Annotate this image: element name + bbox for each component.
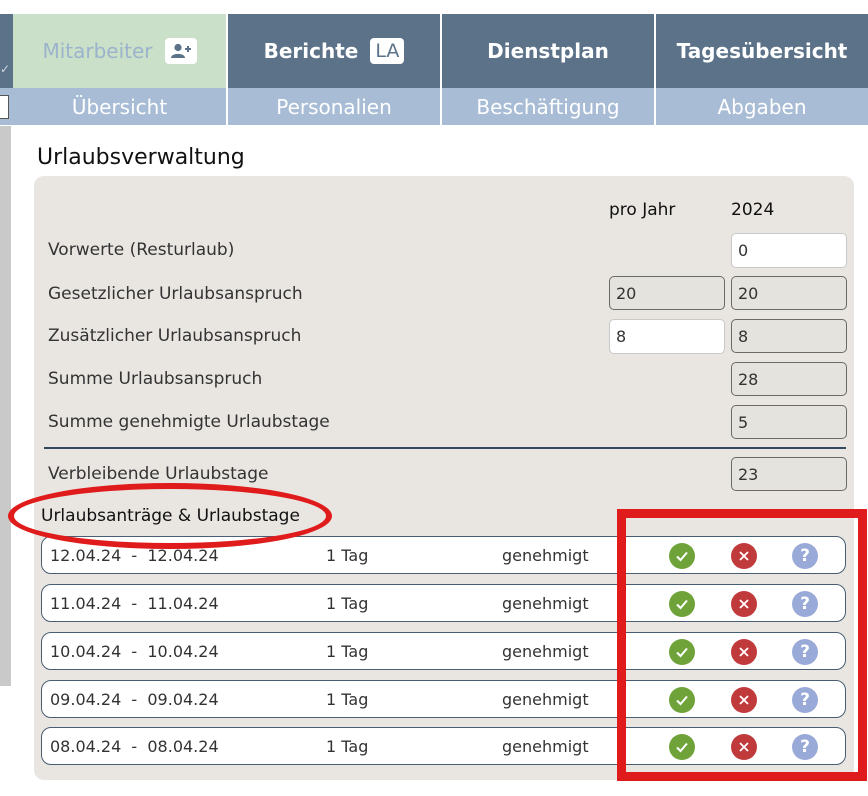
- subtab-beschaeftigung[interactable]: Beschäftigung: [442, 88, 656, 125]
- row-label-vorwerte: Vorwerte (Resturlaub): [48, 240, 235, 260]
- summe-genehmigt-field: 5: [731, 405, 847, 439]
- gesetzlich-year-field: 20: [731, 276, 847, 310]
- request-date-range: 09.04.24 - 09.04.24: [50, 690, 219, 709]
- subtab-uebersicht[interactable]: Übersicht: [13, 88, 228, 125]
- subtab-abgaben[interactable]: Abgaben: [656, 88, 868, 125]
- tab-berichte[interactable]: Berichte LA: [228, 14, 442, 88]
- tab-tagesuebersicht[interactable]: Tagesübersicht: [656, 14, 868, 88]
- request-status: genehmigt: [502, 594, 589, 613]
- request-status: genehmigt: [502, 690, 589, 709]
- request-days: 1 Tag: [326, 594, 369, 613]
- request-days: 1 Tag: [326, 642, 369, 661]
- scrollbar[interactable]: [0, 126, 11, 686]
- row-label-verbleibend: Verbleibende Urlaubstage: [48, 464, 269, 484]
- request-status: genehmigt: [502, 546, 589, 565]
- request-days: 1 Tag: [326, 546, 369, 565]
- row-label-zusaetzlich: Zusätzlicher Urlaubsanspruch: [48, 326, 302, 346]
- vorwerte-year-input[interactable]: 0: [731, 233, 847, 268]
- verbleibend-field: 23: [731, 457, 847, 491]
- column-header-per-year: pro Jahr: [609, 200, 676, 220]
- request-date-range: 12.04.24 - 12.04.24: [50, 546, 219, 565]
- request-days: 1 Tag: [326, 737, 369, 756]
- row-label-gesetzlich: Gesetzlicher Urlaubsanspruch: [48, 284, 303, 304]
- zusaetzlich-per-year-input[interactable]: 8: [609, 319, 725, 354]
- main-tabs: Mitarbeiter Berichte LA Dienstplan Tages…: [13, 14, 868, 88]
- annotation-ellipse: [8, 483, 332, 549]
- annotation-rectangle: [617, 509, 867, 781]
- row-label-summe-anspruch: Summe Urlaubsanspruch: [48, 369, 263, 389]
- divider: [44, 447, 846, 449]
- left-input-edge[interactable]: [0, 95, 9, 119]
- sub-tabs: Übersicht Personalien Beschäftigung Abga…: [13, 88, 868, 125]
- subtab-personalien[interactable]: Personalien: [228, 88, 442, 125]
- left-nav-edge: [0, 14, 13, 88]
- request-status: genehmigt: [502, 737, 589, 756]
- tab-dienstplan[interactable]: Dienstplan: [442, 14, 656, 88]
- column-header-year: 2024: [731, 200, 775, 220]
- user-initials-badge: LA: [370, 38, 405, 64]
- tab-label: Dienstplan: [487, 39, 609, 63]
- tab-label: Berichte: [263, 39, 359, 63]
- left-panel-edge: ✓: [0, 0, 13, 796]
- page-title: Urlaubsverwaltung: [37, 145, 245, 170]
- request-date-range: 08.04.24 - 08.04.24: [50, 737, 219, 756]
- request-status: genehmigt: [502, 642, 589, 661]
- request-date-range: 11.04.24 - 11.04.24: [50, 594, 219, 613]
- tab-label: Tagesübersicht: [676, 39, 848, 63]
- tab-mitarbeiter[interactable]: Mitarbeiter: [13, 14, 228, 88]
- gesetzlich-per-year-field: 20: [609, 276, 725, 310]
- tab-label: Mitarbeiter: [42, 39, 153, 63]
- add-person-icon[interactable]: [164, 38, 197, 64]
- request-days: 1 Tag: [326, 690, 369, 709]
- chevron-icon[interactable]: ✓: [0, 62, 10, 76]
- request-date-range: 10.04.24 - 10.04.24: [50, 642, 219, 661]
- zusaetzlich-year-field: 8: [731, 319, 847, 353]
- summe-anspruch-field: 28: [731, 362, 847, 396]
- row-label-summe-genehmigt: Summe genehmigte Urlaubstage: [48, 412, 330, 432]
